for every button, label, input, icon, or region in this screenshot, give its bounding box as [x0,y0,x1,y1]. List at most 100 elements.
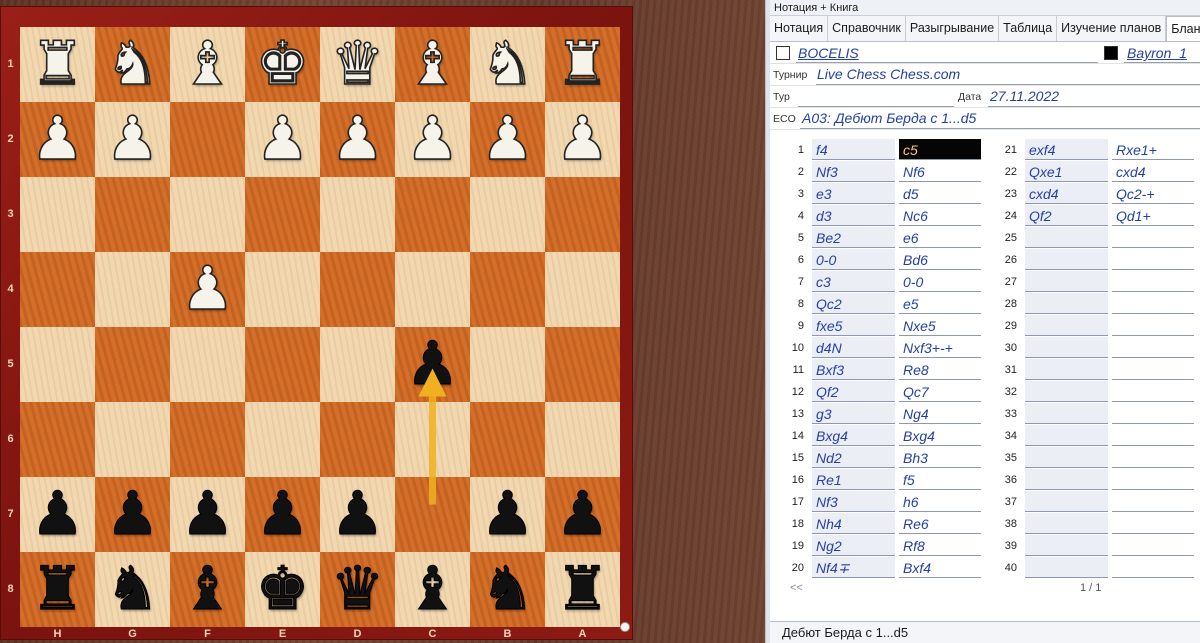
black-move[interactable]: Qc2-+ [1112,183,1194,204]
black-rook-icon[interactable]: ♜ [555,552,610,627]
tournament-value[interactable]: Live Chess Chess.com [817,66,960,82]
black-move[interactable]: Rf8 [899,535,981,556]
white-move[interactable]: Qf2 [812,381,895,402]
square-e1[interactable]: ♚ [245,27,320,102]
white-pawn-icon[interactable]: ♟ [480,102,535,177]
black-move[interactable]: Qc7 [899,381,981,402]
black-move[interactable]: Nf6 [899,161,981,182]
white-move[interactable]: d3 [812,205,895,226]
square-c3[interactable] [395,177,470,252]
black-knight-icon[interactable]: ♞ [105,552,160,627]
square-e8[interactable]: ♚ [245,552,320,627]
black-move[interactable] [1112,535,1194,556]
white-move[interactable] [1025,249,1108,270]
square-a1[interactable]: ♜ [545,27,620,102]
white-move[interactable] [1025,557,1108,578]
black-move[interactable]: 0-0 [899,271,981,292]
square-a3[interactable] [545,177,620,252]
black-move[interactable]: Re6 [899,513,981,534]
square-c8[interactable]: ♝ [395,552,470,627]
white-pawn-icon[interactable]: ♟ [105,102,160,177]
black-move[interactable]: Bxg4 [899,425,981,446]
square-b6[interactable] [470,402,545,477]
black-move[interactable] [1112,425,1194,446]
white-move[interactable] [1025,381,1108,402]
square-e5[interactable] [245,327,320,402]
square-h1[interactable]: ♜ [20,27,95,102]
square-h8[interactable]: ♜ [20,552,95,627]
black-pawn-icon[interactable]: ♟ [555,477,610,552]
white-move[interactable]: Be2 [812,227,895,248]
black-pawn-icon[interactable]: ♟ [405,327,460,402]
black-move[interactable]: Bxf4 [899,557,981,578]
square-d4[interactable] [320,252,395,327]
white-move[interactable]: Nf4∓ [812,557,895,578]
black-move[interactable]: Ng4 [899,403,981,424]
square-e7[interactable]: ♟ [245,477,320,552]
square-d6[interactable] [320,402,395,477]
white-rook-icon[interactable]: ♜ [555,27,610,102]
black-move[interactable] [1112,513,1194,534]
square-h5[interactable] [20,327,95,402]
white-pawn-icon[interactable]: ♟ [30,102,85,177]
white-move[interactable]: Bxg4 [812,425,895,446]
square-c6[interactable] [395,402,470,477]
black-move[interactable]: h6 [899,491,981,512]
square-g5[interactable] [95,327,170,402]
tab-1[interactable]: Нотация [770,16,829,41]
black-move[interactable]: Nxf3+-+ [899,337,981,358]
tab-2[interactable]: Справочник [828,16,906,41]
square-b7[interactable]: ♟ [470,477,545,552]
white-move[interactable] [1025,337,1108,358]
square-c1[interactable]: ♝ [395,27,470,102]
black-move[interactable]: Bd6 [899,249,981,270]
black-move[interactable]: Nxe5 [899,315,981,336]
square-c7[interactable] [395,477,470,552]
white-rook-icon[interactable]: ♜ [30,27,85,102]
white-move[interactable]: c3 [812,271,895,292]
black-pawn-icon[interactable]: ♟ [480,477,535,552]
white-move[interactable]: e3 [812,183,895,204]
black-knight-icon[interactable]: ♞ [480,552,535,627]
black-pawn-icon[interactable]: ♟ [105,477,160,552]
white-move[interactable]: Nf3 [812,161,895,182]
tab-4[interactable]: Таблица [999,16,1058,41]
white-move[interactable]: Re1 [812,469,895,490]
white-move[interactable]: Nd2 [812,447,895,468]
square-a7[interactable]: ♟ [545,477,620,552]
square-h6[interactable] [20,402,95,477]
square-d3[interactable] [320,177,395,252]
black-move[interactable] [1112,249,1194,270]
square-h3[interactable] [20,177,95,252]
tab-5[interactable]: Изучение планов [1057,16,1167,41]
white-move[interactable]: Qf2 [1025,205,1108,226]
square-g1[interactable]: ♞ [95,27,170,102]
square-b1[interactable]: ♞ [470,27,545,102]
white-move[interactable]: exf4 [1025,139,1108,160]
white-move[interactable]: g3 [812,403,895,424]
square-g6[interactable] [95,402,170,477]
square-h4[interactable] [20,252,95,327]
black-move[interactable] [1112,293,1194,314]
square-f6[interactable] [170,402,245,477]
black-move[interactable] [1112,403,1194,424]
tab-6[interactable]: Бланк [1166,16,1200,41]
square-d2[interactable]: ♟ [320,102,395,177]
black-move[interactable] [1112,381,1194,402]
white-move[interactable]: Qc2 [812,293,895,314]
chess-board[interactable]: ♜ ♞ ♝ ♚ ♛ ♝ ♞ ♜ ♟ ♟ ♟ ♟ ♟ ♟ ♟ ♟ ♟ ♟ ♟ ♟ ♟ ♟ ♟ ♟ ♜ ♞ ♝ ♚ ♛ ♝ ♞ ♜ [20,27,620,627]
white-move[interactable] [1025,447,1108,468]
black-move[interactable]: e6 [899,227,981,248]
white-pawn-icon[interactable]: ♟ [255,102,310,177]
black-move[interactable]: e5 [899,293,981,314]
white-move[interactable]: Ng2 [812,535,895,556]
black-move[interactable]: cxd4 [1112,161,1194,182]
square-g2[interactable]: ♟ [95,102,170,177]
black-move[interactable] [1112,469,1194,490]
white-move[interactable] [1025,469,1108,490]
white-knight-icon[interactable]: ♞ [105,27,160,102]
white-move[interactable] [1025,271,1108,292]
square-e4[interactable] [245,252,320,327]
square-a5[interactable] [545,327,620,402]
square-e3[interactable] [245,177,320,252]
